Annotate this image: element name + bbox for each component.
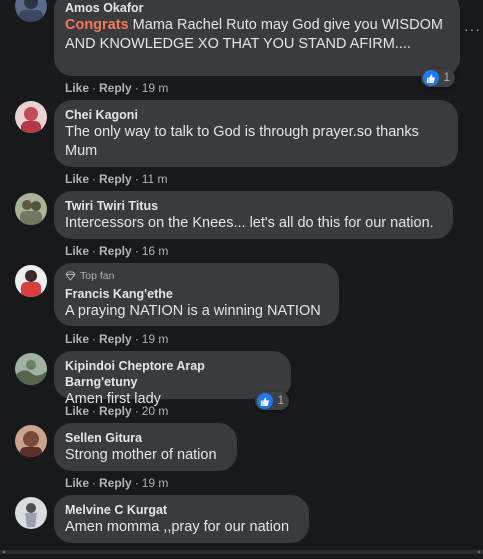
like-button[interactable]: Like [65,404,89,418]
comment-time[interactable]: 16 m [142,244,169,258]
comment-text: Congrats Mama Rachel Ruto may God give y… [65,16,449,54]
comment-actions: Like · Reply · 11 m [65,172,168,186]
comment-author[interactable]: Francis Kang'ethe [65,286,328,302]
reply-button[interactable]: Reply [99,172,132,186]
comment-actions: Like · Reply · 20 m [65,404,169,418]
reply-button[interactable]: Reply [99,404,132,418]
avatar[interactable] [15,193,47,225]
comment-time[interactable]: 19 m [142,476,169,490]
comment-actions: Like · Reply · 19 m [65,476,169,490]
comment-bubble: Twiri Twiri Titus Intercessors on the Kn… [54,191,453,239]
horizontal-scrollbar[interactable] [0,541,483,554]
top-fan-badge: Top fan [65,269,328,283]
comment-author[interactable]: Melvine C Kurgat [65,502,298,518]
comment-author[interactable]: Sellen Gitura [65,430,226,446]
comment-time[interactable]: 11 m [142,172,168,186]
thumbs-up-icon [257,393,273,409]
like-button[interactable]: Like [65,81,89,95]
comment-bubble: Melvine C Kurgat Amen momma ,,pray for o… [54,495,309,543]
avatar[interactable] [15,265,47,297]
top-fan-label: Top fan [80,270,115,282]
comment-text: Amen momma ,,pray for our nation [65,519,290,535]
avatar[interactable] [15,353,47,385]
comment-author[interactable]: Chei Kagoni [65,107,447,123]
reaction-number: 1 [443,72,450,84]
comment-text: Intercessors on the Knees... let's all d… [65,215,434,231]
avatar[interactable] [15,101,47,133]
reaction-number: 1 [277,395,284,407]
like-button[interactable]: Like [65,244,89,258]
comment-author[interactable]: Kipindoi Cheptore Arap Barng'etuny [65,358,280,390]
like-button[interactable]: Like [65,172,89,186]
diamond-icon [65,271,76,281]
more-options-icon[interactable]: ··· [464,22,481,36]
reaction-count[interactable]: 1 [255,392,289,410]
reply-button[interactable]: Reply [99,332,132,346]
comment-actions: Like · Reply · 19 m [65,81,169,95]
avatar[interactable] [15,497,47,529]
congrats-highlight[interactable]: Congrats [65,17,129,33]
comment-text: A praying NATION is a winning NATION [65,303,321,319]
reply-button[interactable]: Reply [99,476,132,490]
comment-bubble: Amos Okafor Congrats Mama Rachel Ruto ma… [54,0,460,76]
avatar[interactable] [15,0,47,22]
comment-actions: Like · Reply · 19 m [65,332,169,346]
comment-time[interactable]: 20 m [142,404,169,418]
comment-bubble: Chei Kagoni The only way to talk to God … [54,100,458,167]
comment-actions: Like · Reply · 16 m [65,244,169,258]
thumbs-up-icon [423,70,439,86]
comment-bubble: Kipindoi Cheptore Arap Barng'etuny Amen … [54,351,291,407]
like-button[interactable]: Like [65,476,89,490]
comment-bubble: Top fan Francis Kang'ethe A praying NATI… [54,263,339,326]
comment-text: Strong mother of nation [65,447,217,463]
comment-bubble: Sellen Gitura Strong mother of nation [54,423,237,471]
avatar[interactable] [15,425,47,457]
comment-text: The only way to talk to God is through p… [65,124,419,159]
comment-author[interactable]: Twiri Twiri Titus [65,198,442,214]
comment-author[interactable]: Amos Okafor [65,0,449,16]
reply-button[interactable]: Reply [99,244,132,258]
reaction-count[interactable]: 1 [421,69,455,87]
comment-time[interactable]: 19 m [142,81,169,95]
comment-time[interactable]: 19 m [142,332,169,346]
reply-button[interactable]: Reply [99,81,132,95]
like-button[interactable]: Like [65,332,89,346]
